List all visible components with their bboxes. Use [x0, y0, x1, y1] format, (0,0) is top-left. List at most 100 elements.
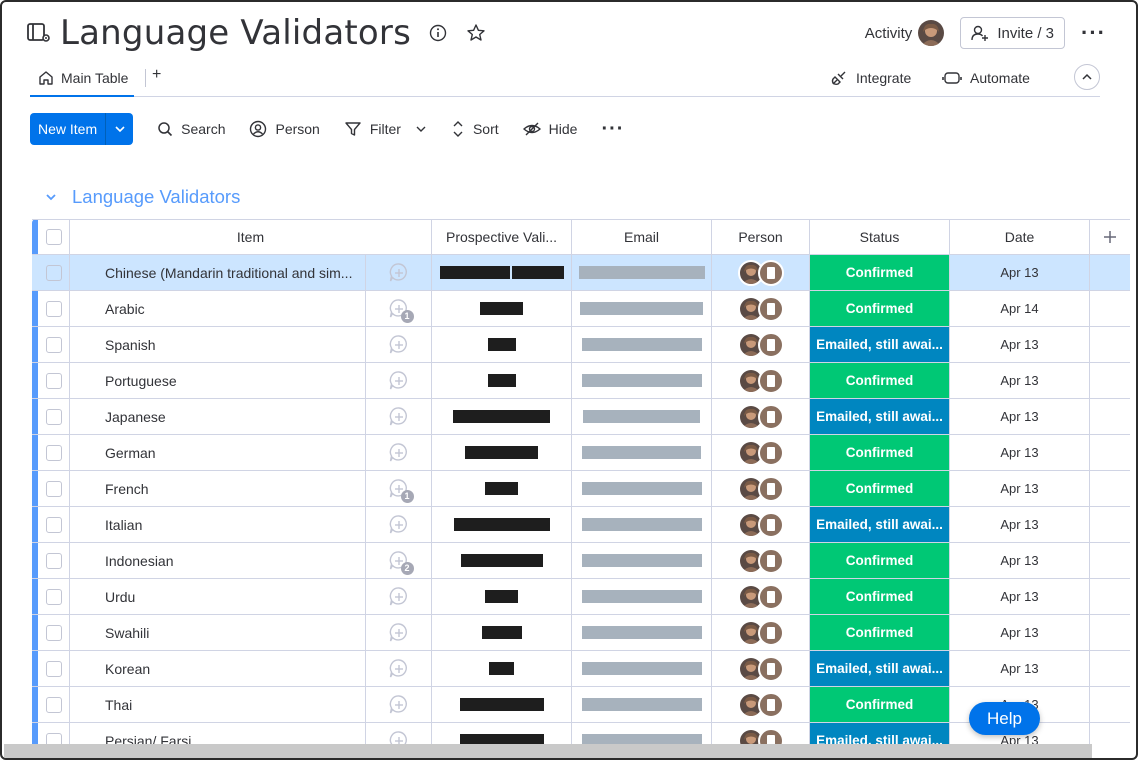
date-cell[interactable]: Apr 13 [950, 543, 1090, 578]
hide-button[interactable]: Hide [522, 121, 577, 137]
person-cell[interactable] [712, 543, 810, 578]
group-title[interactable]: Language Validators [72, 186, 240, 208]
person-avatars[interactable] [737, 511, 784, 538]
status-cell[interactable]: Confirmed [810, 363, 950, 398]
person-cell[interactable] [712, 399, 810, 434]
person-cell[interactable] [712, 471, 810, 506]
row-select-cell[interactable] [38, 615, 70, 650]
person-cell[interactable] [712, 291, 810, 326]
person-avatars[interactable] [737, 619, 784, 646]
status-cell[interactable]: Emailed, still awai... [810, 507, 950, 542]
table-row[interactable]: Thai Confirmed Apr 13 [32, 687, 1130, 723]
date-cell[interactable]: Apr 13 [950, 507, 1090, 542]
status-cell[interactable]: Confirmed [810, 543, 950, 578]
row-select-cell[interactable] [38, 471, 70, 506]
add-update-icon[interactable] [388, 658, 410, 680]
status-cell[interactable]: Confirmed [810, 579, 950, 614]
column-header-date[interactable]: Date [950, 220, 1090, 254]
table-row[interactable]: Urdu Confirmed Apr 13 [32, 579, 1130, 615]
row-select-cell[interactable] [38, 399, 70, 434]
email-cell[interactable] [572, 579, 712, 614]
integrate-button[interactable]: Integrate [830, 60, 911, 96]
person-cell[interactable] [712, 651, 810, 686]
row-select-cell[interactable] [38, 651, 70, 686]
status-label[interactable]: Confirmed [810, 255, 949, 290]
updates-cell[interactable] [366, 579, 432, 614]
prospective-validator-cell[interactable] [432, 255, 572, 290]
status-label[interactable]: Confirmed [810, 291, 949, 326]
updates-cell[interactable] [366, 399, 432, 434]
row-checkbox[interactable] [45, 444, 62, 461]
email-cell[interactable] [572, 543, 712, 578]
collapse-header-button[interactable] [1074, 64, 1100, 90]
column-header-item[interactable]: Item [70, 220, 432, 254]
prospective-validator-cell[interactable] [432, 615, 572, 650]
person-cell[interactable] [712, 255, 810, 290]
updates-cell[interactable]: 2 [366, 543, 432, 578]
person-avatars[interactable] [737, 655, 784, 682]
status-cell[interactable]: Emailed, still awai... [810, 327, 950, 362]
item-cell[interactable]: Spanish [70, 327, 366, 362]
table-row[interactable]: Swahili Confirmed Apr 13 [32, 615, 1130, 651]
help-button[interactable]: Help [969, 702, 1040, 735]
person-cell[interactable] [712, 363, 810, 398]
email-cell[interactable] [572, 327, 712, 362]
row-checkbox[interactable] [45, 264, 62, 281]
row-checkbox[interactable] [45, 336, 62, 353]
add-update-icon[interactable] [388, 442, 410, 464]
item-name[interactable]: Spanish [105, 337, 156, 353]
updates-cell[interactable] [366, 651, 432, 686]
activity-label[interactable]: Activity [865, 25, 913, 42]
add-update-icon[interactable]: 2 [388, 550, 414, 575]
group-chevron-down-icon[interactable] [44, 190, 58, 204]
email-cell[interactable] [572, 615, 712, 650]
item-cell[interactable]: Portuguese [70, 363, 366, 398]
item-name[interactable]: Swahili [105, 625, 149, 641]
item-cell[interactable]: Thai [70, 687, 366, 722]
add-update-icon[interactable] [388, 334, 410, 356]
person-cell[interactable] [712, 615, 810, 650]
person-cell[interactable] [712, 327, 810, 362]
person-cell[interactable] [712, 579, 810, 614]
column-header-email[interactable]: Email [572, 220, 712, 254]
person-cell[interactable] [712, 687, 810, 722]
column-header-status[interactable]: Status [810, 220, 950, 254]
item-cell[interactable]: German [70, 435, 366, 470]
more-options-icon[interactable]: ··· [1081, 20, 1106, 46]
status-label[interactable]: Emailed, still awai... [810, 507, 949, 542]
add-update-icon[interactable]: 1 [388, 298, 414, 323]
row-checkbox[interactable] [45, 480, 62, 497]
row-select-cell[interactable] [38, 507, 70, 542]
info-icon[interactable] [427, 22, 449, 44]
item-name[interactable]: Japanese [105, 409, 166, 425]
status-label[interactable]: Confirmed [810, 615, 949, 650]
board-icon[interactable] [26, 20, 52, 46]
table-row[interactable]: Korean Emailed, still awai... Apr 13 [32, 651, 1130, 687]
row-select-cell[interactable] [38, 327, 70, 362]
add-update-icon[interactable] [388, 262, 410, 284]
date-cell[interactable]: Apr 13 [950, 615, 1090, 650]
row-checkbox[interactable] [45, 624, 62, 641]
item-cell[interactable]: Italian [70, 507, 366, 542]
status-label[interactable]: Confirmed [810, 543, 949, 578]
prospective-validator-cell[interactable] [432, 687, 572, 722]
prospective-validator-cell[interactable] [432, 579, 572, 614]
person-cell[interactable] [712, 507, 810, 542]
row-select-cell[interactable] [38, 579, 70, 614]
date-cell[interactable]: Apr 13 [950, 471, 1090, 506]
date-cell[interactable]: Apr 14 [950, 291, 1090, 326]
updates-cell[interactable] [366, 507, 432, 542]
status-cell[interactable]: Emailed, still awai... [810, 651, 950, 686]
horizontal-scrollbar[interactable] [4, 744, 1092, 758]
filter-button[interactable]: Filter [344, 120, 427, 138]
row-checkbox[interactable] [45, 696, 62, 713]
row-select-cell[interactable] [38, 543, 70, 578]
prospective-validator-cell[interactable] [432, 471, 572, 506]
item-cell[interactable]: Arabic [70, 291, 366, 326]
person-avatars[interactable] [737, 583, 784, 610]
date-cell[interactable]: Apr 13 [950, 255, 1090, 290]
status-label[interactable]: Confirmed [810, 471, 949, 506]
row-select-cell[interactable] [38, 291, 70, 326]
add-update-icon[interactable] [388, 406, 410, 428]
automate-button[interactable]: Automate [942, 60, 1030, 96]
